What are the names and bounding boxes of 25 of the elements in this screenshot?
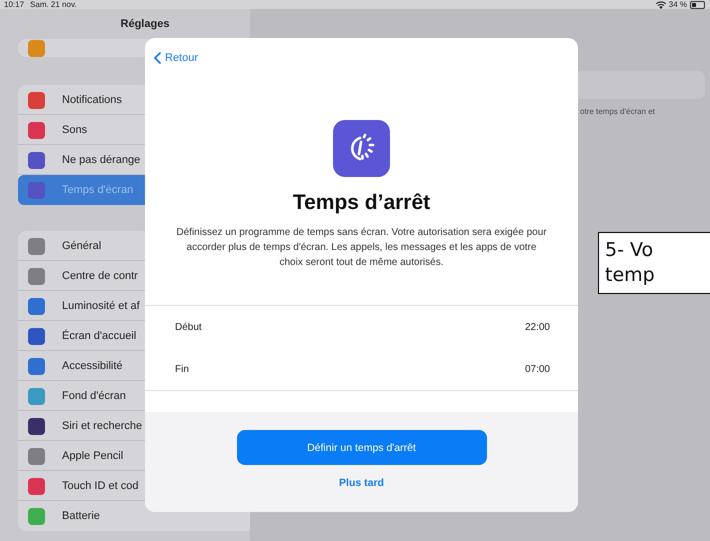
item-label: Apple Pencil — [62, 450, 124, 462]
footer-text: otre temps d'écran et — [580, 107, 656, 116]
item-label: Batterie — [62, 510, 100, 522]
modal-title: Temps d’arrêt — [292, 191, 430, 215]
sidebar-title: Réglages — [120, 17, 170, 32]
item-label: Sons — [62, 124, 88, 136]
battery-percent: 34 % — [668, 0, 687, 9]
status-date: Sam. 21 nov. — [30, 0, 77, 9]
status-time: 10:17 — [4, 0, 24, 9]
callout-text: 5- Vo — [605, 238, 654, 263]
item-label: Notifications — [62, 94, 122, 106]
item-label: Temps d'écran — [62, 184, 134, 196]
item-label: Luminosité et af — [62, 300, 140, 312]
time-label: Fin — [175, 364, 189, 374]
item-label: Écran d'accueil — [62, 330, 136, 342]
modal-description: Définissez un programme de temps sans écran. Votre autorisation sera exigée pour accorder plus de temps d'écran. Les appels, les messages et les apps de votre choix seront tout de même autorisés. — [176, 226, 548, 270]
item-label: Fond d'écran — [62, 390, 126, 402]
time-label: Début — [175, 322, 202, 332]
item-label: Centre de contr — [62, 270, 138, 282]
item-label: Touch ID et cod — [62, 480, 138, 492]
callout-text: temp — [605, 263, 656, 288]
item-label: Siri et recherche — [62, 420, 142, 432]
item-label: Accessibilité — [62, 360, 123, 372]
item-label: Général — [62, 240, 102, 252]
item-label: Ne pas dérange — [62, 154, 140, 166]
